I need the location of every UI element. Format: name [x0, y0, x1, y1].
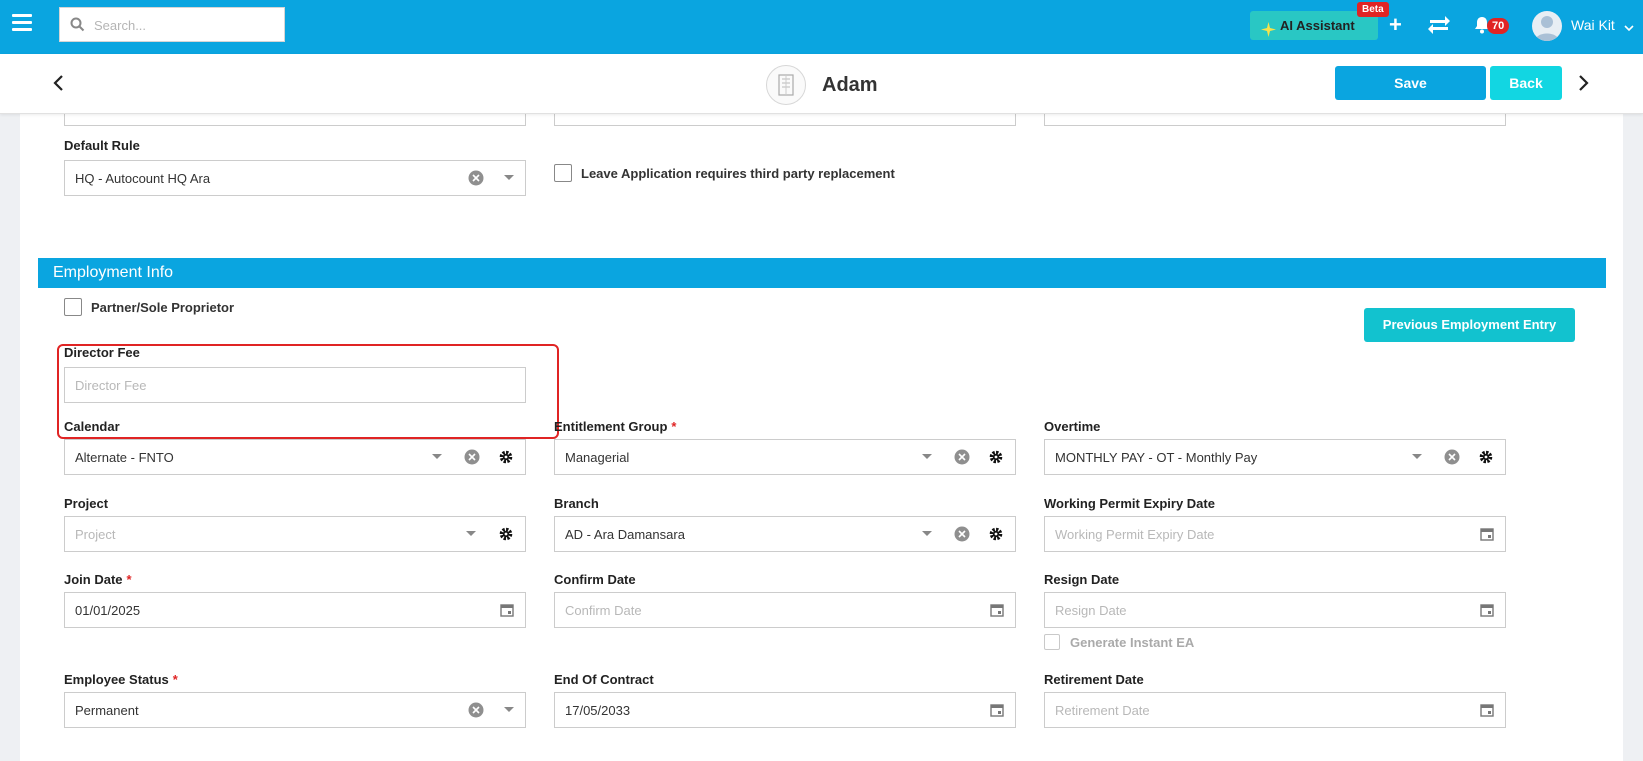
end-of-contract-input[interactable]: 17/05/2033 [554, 692, 1016, 728]
dropdown-caret-icon[interactable] [497, 161, 521, 195]
employee-status-select[interactable]: Permanent [64, 692, 526, 728]
generate-ea-label: Generate Instant EA [1070, 635, 1195, 650]
leave-replacement-label: Leave Application requires third party r… [581, 166, 895, 181]
director-fee-label: Director Fee [64, 345, 140, 360]
dropdown-caret-icon[interactable] [1405, 440, 1429, 474]
branch-label: Branch [554, 496, 599, 511]
search-icon [70, 17, 85, 35]
upper-field-3[interactable] [1044, 114, 1506, 126]
default-rule-label: Default Rule [64, 138, 140, 153]
overtime-select[interactable]: MONTHLY PAY - OT - Monthly Pay [1044, 439, 1506, 475]
save-button[interactable]: Save [1335, 66, 1486, 100]
project-placeholder: Project [75, 527, 116, 542]
calendar-label: Calendar [64, 419, 120, 434]
working-permit-date-input[interactable]: Working Permit Expiry Date [1044, 516, 1506, 552]
partner-label: Partner/Sole Proprietor [91, 300, 235, 315]
retirement-date-placeholder: Retirement Date [1055, 703, 1150, 718]
retirement-date-label: Retirement Date [1044, 672, 1144, 687]
add-new-button[interactable]: + [1389, 12, 1402, 38]
gear-icon[interactable] [983, 517, 1009, 551]
leave-replacement-checkbox[interactable] [554, 164, 572, 182]
working-permit-placeholder: Working Permit Expiry Date [1055, 527, 1215, 542]
end-of-contract-value: 17/05/2033 [565, 703, 631, 718]
gear-icon[interactable] [493, 440, 519, 474]
sparkle-icon [1261, 18, 1276, 47]
dropdown-caret-icon[interactable] [459, 517, 483, 551]
default-rule-select[interactable]: HQ - Autocount HQ Ara [64, 160, 526, 196]
dropdown-caret-icon[interactable] [425, 440, 449, 474]
calendar-select[interactable]: Alternate - FNTO [64, 439, 526, 475]
calendar-icon[interactable] [1475, 693, 1499, 727]
partner-checkbox[interactable] [64, 298, 82, 316]
clear-icon[interactable] [463, 693, 489, 727]
ai-assistant-label: AI Assistant [1280, 18, 1355, 33]
retirement-date-input[interactable]: Retirement Date [1044, 692, 1506, 728]
dropdown-caret-icon[interactable] [915, 517, 939, 551]
clear-icon[interactable] [459, 440, 485, 474]
search-input[interactable] [94, 16, 274, 34]
overtime-label: Overtime [1044, 419, 1101, 434]
upper-field-1[interactable] [64, 114, 526, 126]
user-name[interactable]: Wai Kit [1571, 17, 1615, 33]
director-fee-input[interactable]: Director Fee [64, 367, 526, 403]
branch-value: AD - Ara Damansara [565, 527, 685, 542]
employee-status-value: Permanent [75, 703, 139, 718]
dropdown-caret-icon[interactable] [915, 440, 939, 474]
resign-date-label: Resign Date [1044, 572, 1120, 587]
top-navbar: AI Assistant Beta + 70 Wai Kit [0, 0, 1643, 54]
calendar-icon[interactable] [1475, 517, 1499, 551]
next-record-icon[interactable] [1576, 74, 1590, 95]
join-date-input[interactable]: 01/01/2025 [64, 592, 526, 628]
search-box[interactable] [59, 7, 285, 42]
notification-count-badge[interactable]: 70 [1487, 18, 1510, 34]
entitlement-group-select[interactable]: Managerial [554, 439, 1016, 475]
confirm-date-placeholder: Confirm Date [565, 603, 642, 618]
clear-icon[interactable] [1439, 440, 1465, 474]
join-date-label: Join Date * [64, 572, 132, 587]
project-label: Project [64, 496, 109, 511]
confirm-date-label: Confirm Date [554, 572, 636, 587]
branch-select[interactable]: AD - Ara Damansara [554, 516, 1016, 552]
end-of-contract-label: End Of Contract [554, 672, 654, 687]
employment-info-section-header: Employment Info [38, 258, 1606, 288]
clear-icon[interactable] [949, 517, 975, 551]
gear-icon[interactable] [983, 440, 1009, 474]
hamburger-menu-icon[interactable] [12, 14, 32, 34]
clear-icon[interactable] [949, 440, 975, 474]
upper-field-2[interactable] [554, 114, 1016, 126]
confirm-date-input[interactable]: Confirm Date [554, 592, 1016, 628]
back-button[interactable]: Back [1490, 66, 1562, 100]
calendar-icon[interactable] [1475, 593, 1499, 627]
join-date-value: 01/01/2025 [75, 603, 141, 618]
gear-icon[interactable] [1473, 440, 1499, 474]
record-header: Adam Save Back [0, 54, 1643, 114]
entitlement-group-value: Managerial [565, 450, 630, 465]
employee-form: Default Rule HQ - Autocount HQ Ara Leave… [20, 114, 1623, 761]
dropdown-caret-icon[interactable] [497, 693, 521, 727]
calendar-icon[interactable] [985, 593, 1009, 627]
default-rule-value: HQ - Autocount HQ Ara [75, 171, 211, 186]
generate-ea-checkbox[interactable] [1044, 634, 1060, 650]
chevron-down-icon[interactable] [1624, 20, 1634, 35]
working-permit-label: Working Permit Expiry Date [1044, 496, 1215, 511]
entitlement-group-label: Entitlement Group * [554, 419, 677, 434]
resign-date-placeholder: Resign Date [1055, 603, 1127, 618]
director-fee-placeholder: Director Fee [75, 378, 147, 393]
calendar-icon[interactable] [985, 693, 1009, 727]
project-select[interactable]: Project [64, 516, 526, 552]
employee-avatar [766, 65, 806, 105]
employee-status-label: Employee Status * [64, 672, 178, 687]
resign-date-input[interactable]: Resign Date [1044, 592, 1506, 628]
clear-icon[interactable] [463, 161, 489, 195]
previous-record-icon[interactable] [52, 74, 66, 95]
beta-badge: Beta [1357, 2, 1389, 17]
overtime-value: MONTHLY PAY - OT - Monthly Pay [1055, 450, 1258, 465]
sync-icon[interactable] [1426, 14, 1452, 39]
gear-icon[interactable] [493, 517, 519, 551]
calendar-value: Alternate - FNTO [75, 450, 174, 465]
employee-name: Adam [822, 74, 878, 96]
calendar-icon[interactable] [495, 593, 519, 627]
user-avatar[interactable] [1532, 11, 1562, 41]
previous-employment-entry-button[interactable]: Previous Employment Entry [1364, 308, 1575, 342]
